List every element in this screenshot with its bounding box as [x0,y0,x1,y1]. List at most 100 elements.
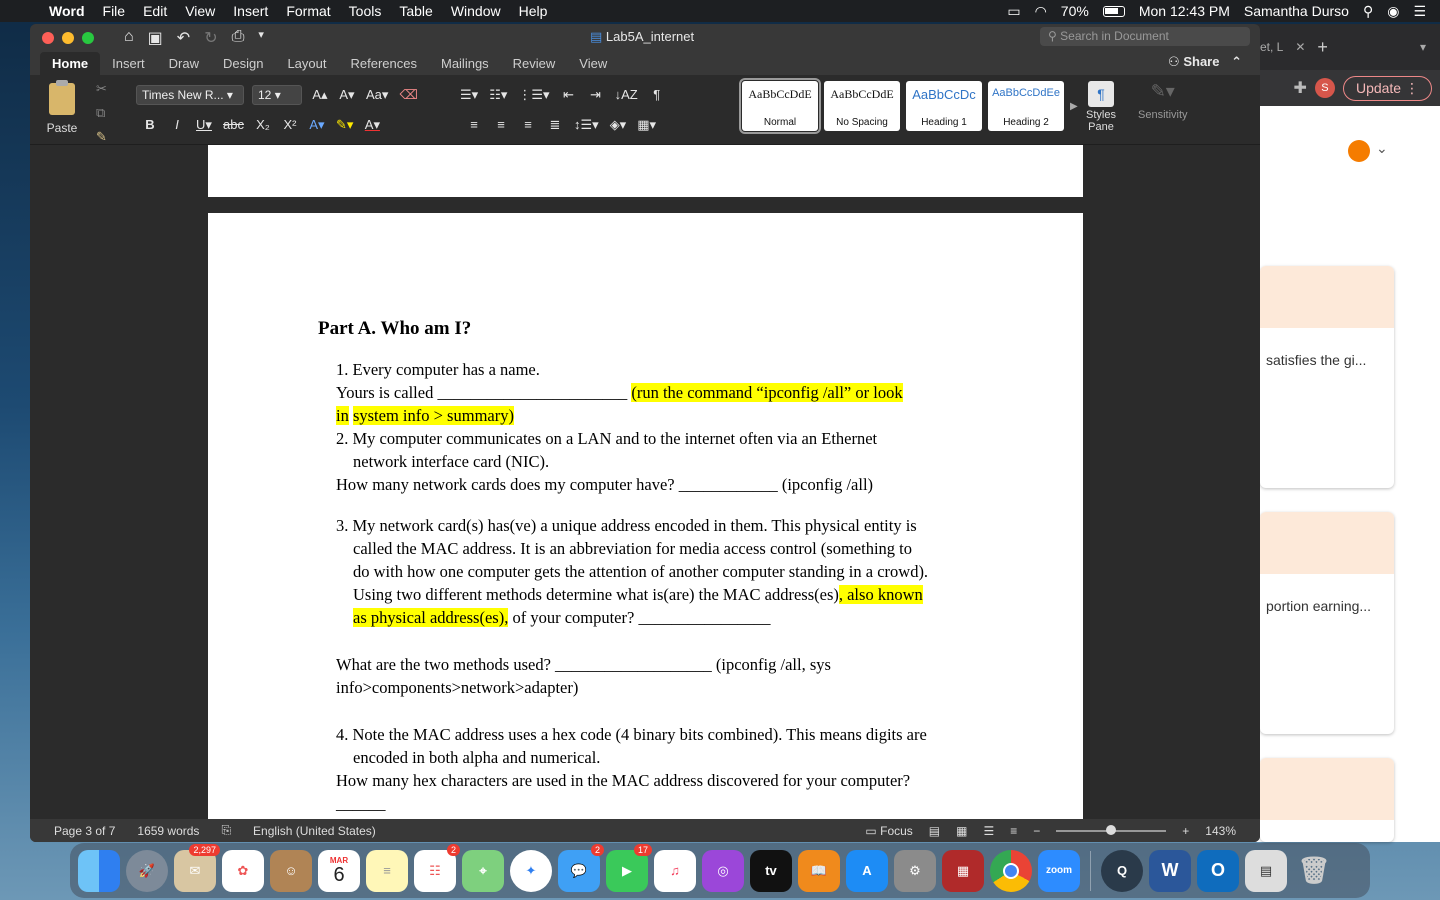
app-store-icon[interactable]: A [846,849,888,892]
chrome-icon[interactable] [990,849,1032,892]
justify-icon[interactable]: ≣ [547,117,563,133]
redo-icon[interactable]: ↻ [204,28,217,48]
messages-icon[interactable]: 💬 2 [558,843,604,892]
trash-icon[interactable]: 🗑 [1293,850,1335,892]
customize-toolbar-icon[interactable]: ▾ [258,28,264,48]
bold-icon[interactable]: B [142,117,158,133]
align-right-icon[interactable]: ≡ [520,117,536,133]
notes-icon[interactable]: ≡ [366,849,408,892]
content-card[interactable] [1260,758,1394,842]
draft-view-icon[interactable]: ≡ [1010,824,1017,838]
change-case-icon[interactable]: Aa▾ [366,87,388,103]
outline-view-icon[interactable]: ☰ [983,824,994,838]
align-left-icon[interactable]: ≡ [466,117,482,133]
highlight-color-icon[interactable]: ✎▾ [336,117,353,133]
menu-file[interactable]: File [94,3,135,19]
tab-design[interactable]: Design [211,52,275,75]
text-effects-icon[interactable]: A▾ [309,117,325,133]
clear-formatting-icon[interactable]: ⌫ [399,87,417,103]
shading-icon[interactable]: ◈▾ [610,117,627,133]
borders-icon[interactable]: ▦▾ [637,117,656,133]
menu-view[interactable]: View [176,3,224,19]
system-preferences-icon[interactable]: ⚙ [894,849,936,892]
update-button[interactable]: Update ⋮ [1342,75,1432,101]
print-icon[interactable]: ⎙ [232,28,245,48]
profile-avatar[interactable]: S [1314,78,1335,98]
proofing-icon[interactable]: ⎘ [221,823,231,838]
new-tab-icon[interactable]: + [1317,37,1328,58]
undo-icon[interactable]: ↶ [177,28,190,48]
print-layout-icon[interactable]: ▤ [929,824,940,838]
font-name-select[interactable]: Times New R... ▾ [136,85,244,105]
tab-view[interactable]: View [567,52,619,75]
zoom-window-button[interactable] [82,31,94,44]
cut-icon[interactable]: ✂ [96,81,107,97]
menu-app-word[interactable]: Word [40,3,94,19]
mail-icon[interactable]: ✉ 2,297 [174,843,220,892]
word-count[interactable]: 1659 words [137,824,199,838]
wifi-icon[interactable]: ◠ [1035,3,1047,20]
tab-draw[interactable]: Draw [157,52,211,75]
calendar-icon[interactable]: MAR 6 [318,849,360,892]
format-painter-icon[interactable]: ✎ [96,129,107,145]
content-card[interactable]: portion earning... [1260,512,1394,734]
user-name[interactable]: Samantha Durso [1244,3,1349,19]
outlook-icon[interactable]: O [1197,849,1239,892]
photo-booth-icon[interactable]: ▦ [942,849,984,892]
photos-icon[interactable]: ✿ [222,849,264,892]
document-page[interactable]: Part A. Who am I? 1. Every computer has … [208,213,1083,819]
menu-help[interactable]: Help [510,3,557,19]
decrease-indent-icon[interactable]: ⇤ [561,87,577,103]
safari-icon[interactable]: ✦ [510,849,552,892]
battery-percent[interactable]: 70% [1061,3,1089,19]
contacts-icon[interactable]: ☺ [270,849,312,892]
siri-icon[interactable]: ◉ [1387,3,1399,20]
zoom-level[interactable]: 143% [1205,824,1236,838]
italic-icon[interactable]: I [169,117,185,133]
launchpad-icon[interactable]: 🚀 [126,849,168,892]
browser-tab[interactable]: et, L [1260,40,1283,54]
language[interactable]: English (United States) [253,824,376,838]
align-center-icon[interactable]: ≡ [493,117,509,133]
recent-document-icon[interactable]: ▤ [1245,849,1287,892]
save-icon[interactable]: ▣ [148,28,163,48]
chevron-down-icon[interactable]: ⌄ [1376,140,1388,157]
apple-tv-icon[interactable]: tv [750,849,792,892]
extensions-icon[interactable]: ✚ [1294,78,1307,98]
tab-review[interactable]: Review [501,52,568,75]
font-color-icon[interactable]: A▾ [364,117,380,133]
focus-mode-button[interactable]: ▭ Focus [865,824,912,838]
style-no-spacing[interactable]: AaBbCcDdE No Spacing [824,81,900,131]
page-content[interactable]: Part A. Who am I? 1. Every computer has … [318,317,938,815]
control-center-icon[interactable]: ☰ [1413,3,1426,20]
zoom-out-icon[interactable]: − [1033,824,1040,838]
styles-gallery-more-icon[interactable]: ▶ [1070,101,1078,112]
page-count[interactable]: Page 3 of 7 [54,824,115,838]
underline-icon[interactable]: U▾ [196,117,212,133]
copy-icon[interactable]: ⧉ [96,105,107,121]
style-heading-1[interactable]: AaBbCcDc Heading 1 [906,81,982,131]
music-icon[interactable]: ♫ [654,849,696,892]
quicktime-icon[interactable]: Q [1101,849,1143,892]
minimize-window-button[interactable] [62,31,74,44]
clock[interactable]: Mon 12:43 PM [1139,3,1230,19]
facetime-icon[interactable]: ▶ 17 [606,843,652,892]
tab-mailings[interactable]: Mailings [429,52,501,75]
increase-font-size-icon[interactable]: A▴ [312,87,328,103]
sort-icon[interactable]: ↓AZ [615,87,638,103]
menu-tools[interactable]: Tools [340,3,391,19]
zoom-in-icon[interactable]: + [1182,824,1189,838]
menu-table[interactable]: Table [390,3,441,19]
line-spacing-icon[interactable]: ↕☰▾ [574,117,599,133]
account-avatar[interactable] [1348,140,1370,162]
menu-insert[interactable]: Insert [224,3,277,19]
superscript-icon[interactable]: X² [282,117,298,133]
word-app-icon[interactable]: W [1149,849,1191,892]
zoom-slider[interactable] [1056,824,1167,835]
collapse-ribbon-icon[interactable]: ⌃ [1231,54,1242,69]
show-formatting-icon[interactable]: ¶ [649,87,665,103]
style-normal[interactable]: AaBbCcDdE Normal [739,78,821,134]
numbering-icon[interactable]: ☷▾ [489,87,507,103]
multilevel-list-icon[interactable]: ⋮☰▾ [518,87,549,103]
decrease-font-size-icon[interactable]: A▾ [339,87,355,103]
